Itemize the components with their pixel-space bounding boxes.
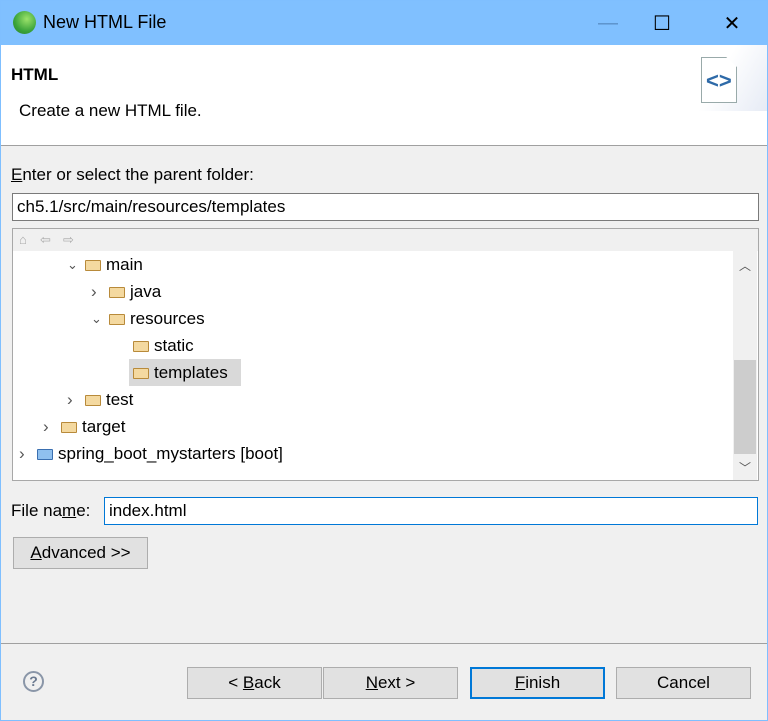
back-button[interactable]: < Back	[187, 667, 322, 699]
tree-item-label: spring_boot_mystarters [boot]	[58, 444, 283, 463]
file-name-label: File name:	[11, 501, 91, 520]
wizard-header: HTML Create a new HTML file. <>	[1, 45, 767, 146]
scrollbar-thumb[interactable]	[734, 360, 756, 454]
chevron-right-icon[interactable]: ›	[19, 440, 25, 467]
chevron-down-icon[interactable]: ⌄	[67, 251, 78, 278]
advanced-button[interactable]: Advanced >>	[13, 537, 148, 569]
tree-item[interactable]: static	[13, 332, 733, 359]
next-button[interactable]: Next >	[323, 667, 458, 699]
tree-item[interactable]: › java	[13, 278, 733, 305]
forward-arrow-icon[interactable]: ⇨	[63, 232, 74, 248]
tree-item[interactable]: › test	[13, 386, 733, 413]
html-file-icon: <>	[701, 57, 737, 103]
tree-item-label: static	[154, 336, 194, 355]
scroll-up-icon[interactable]: ︿	[733, 257, 757, 274]
parent-folder-label: Enter or select the parent folder:	[11, 165, 254, 184]
minimize-button[interactable]: —	[585, 1, 631, 45]
chevron-down-icon[interactable]: ⌄	[91, 305, 102, 332]
new-html-file-dialog: New HTML File — ☐ ✕ HTML Create a new HT…	[0, 0, 768, 721]
tree-item-label: resources	[130, 309, 205, 328]
tree-toolbar: ⌂ ⇦ ⇨	[13, 229, 758, 251]
file-name-input[interactable]: index.html	[104, 497, 758, 525]
folder-tree[interactable]: ⌂ ⇦ ⇨ ⌄ main › java ⌄ resources static template…	[12, 228, 759, 481]
finish-button[interactable]: Finish	[470, 667, 605, 699]
folder-icon	[61, 422, 77, 433]
tree-item[interactable]: templates	[13, 359, 733, 386]
project-icon	[37, 449, 53, 460]
folder-icon	[85, 260, 101, 271]
scroll-down-icon[interactable]: ﹀	[733, 459, 757, 476]
tree-item-label: main	[106, 255, 143, 274]
folder-icon	[133, 341, 149, 352]
chevron-right-icon[interactable]: ›	[91, 278, 97, 305]
wizard-description: Create a new HTML file.	[19, 101, 202, 120]
tree-item-label: templates	[154, 363, 228, 382]
tree-item-label: test	[106, 390, 134, 409]
close-button[interactable]: ✕	[709, 1, 755, 45]
tree-item[interactable]: › target	[13, 413, 733, 440]
chevron-right-icon[interactable]: ›	[43, 413, 49, 440]
tree-item[interactable]: ⌄ main	[13, 251, 733, 278]
eclipse-app-icon	[13, 11, 36, 34]
help-icon[interactable]: ?	[23, 671, 44, 692]
tree-scrollbar[interactable]: ︿ ﹀	[733, 251, 757, 480]
wizard-title: HTML	[11, 65, 59, 84]
folder-icon	[109, 314, 125, 325]
tree-item-label: java	[130, 282, 162, 301]
back-arrow-icon[interactable]: ⇦	[40, 232, 51, 248]
tree-item-label: target	[82, 417, 126, 436]
title-bar: New HTML File — ☐ ✕	[1, 1, 767, 45]
window-title: New HTML File	[43, 12, 167, 32]
tree-item[interactable]: › spring_boot_mystarters [boot]	[13, 440, 733, 467]
cancel-button[interactable]: Cancel	[616, 667, 751, 699]
parent-folder-input[interactable]: ch5.1/src/main/resources/templates	[12, 193, 759, 221]
folder-icon	[109, 287, 125, 298]
footer-divider	[1, 643, 767, 644]
maximize-button[interactable]: ☐	[639, 1, 685, 45]
tree-item[interactable]: ⌄ resources	[13, 305, 733, 332]
folder-icon	[133, 368, 149, 379]
chevron-right-icon[interactable]: ›	[67, 386, 73, 413]
home-icon[interactable]: ⌂	[19, 232, 27, 247]
folder-icon	[85, 395, 101, 406]
